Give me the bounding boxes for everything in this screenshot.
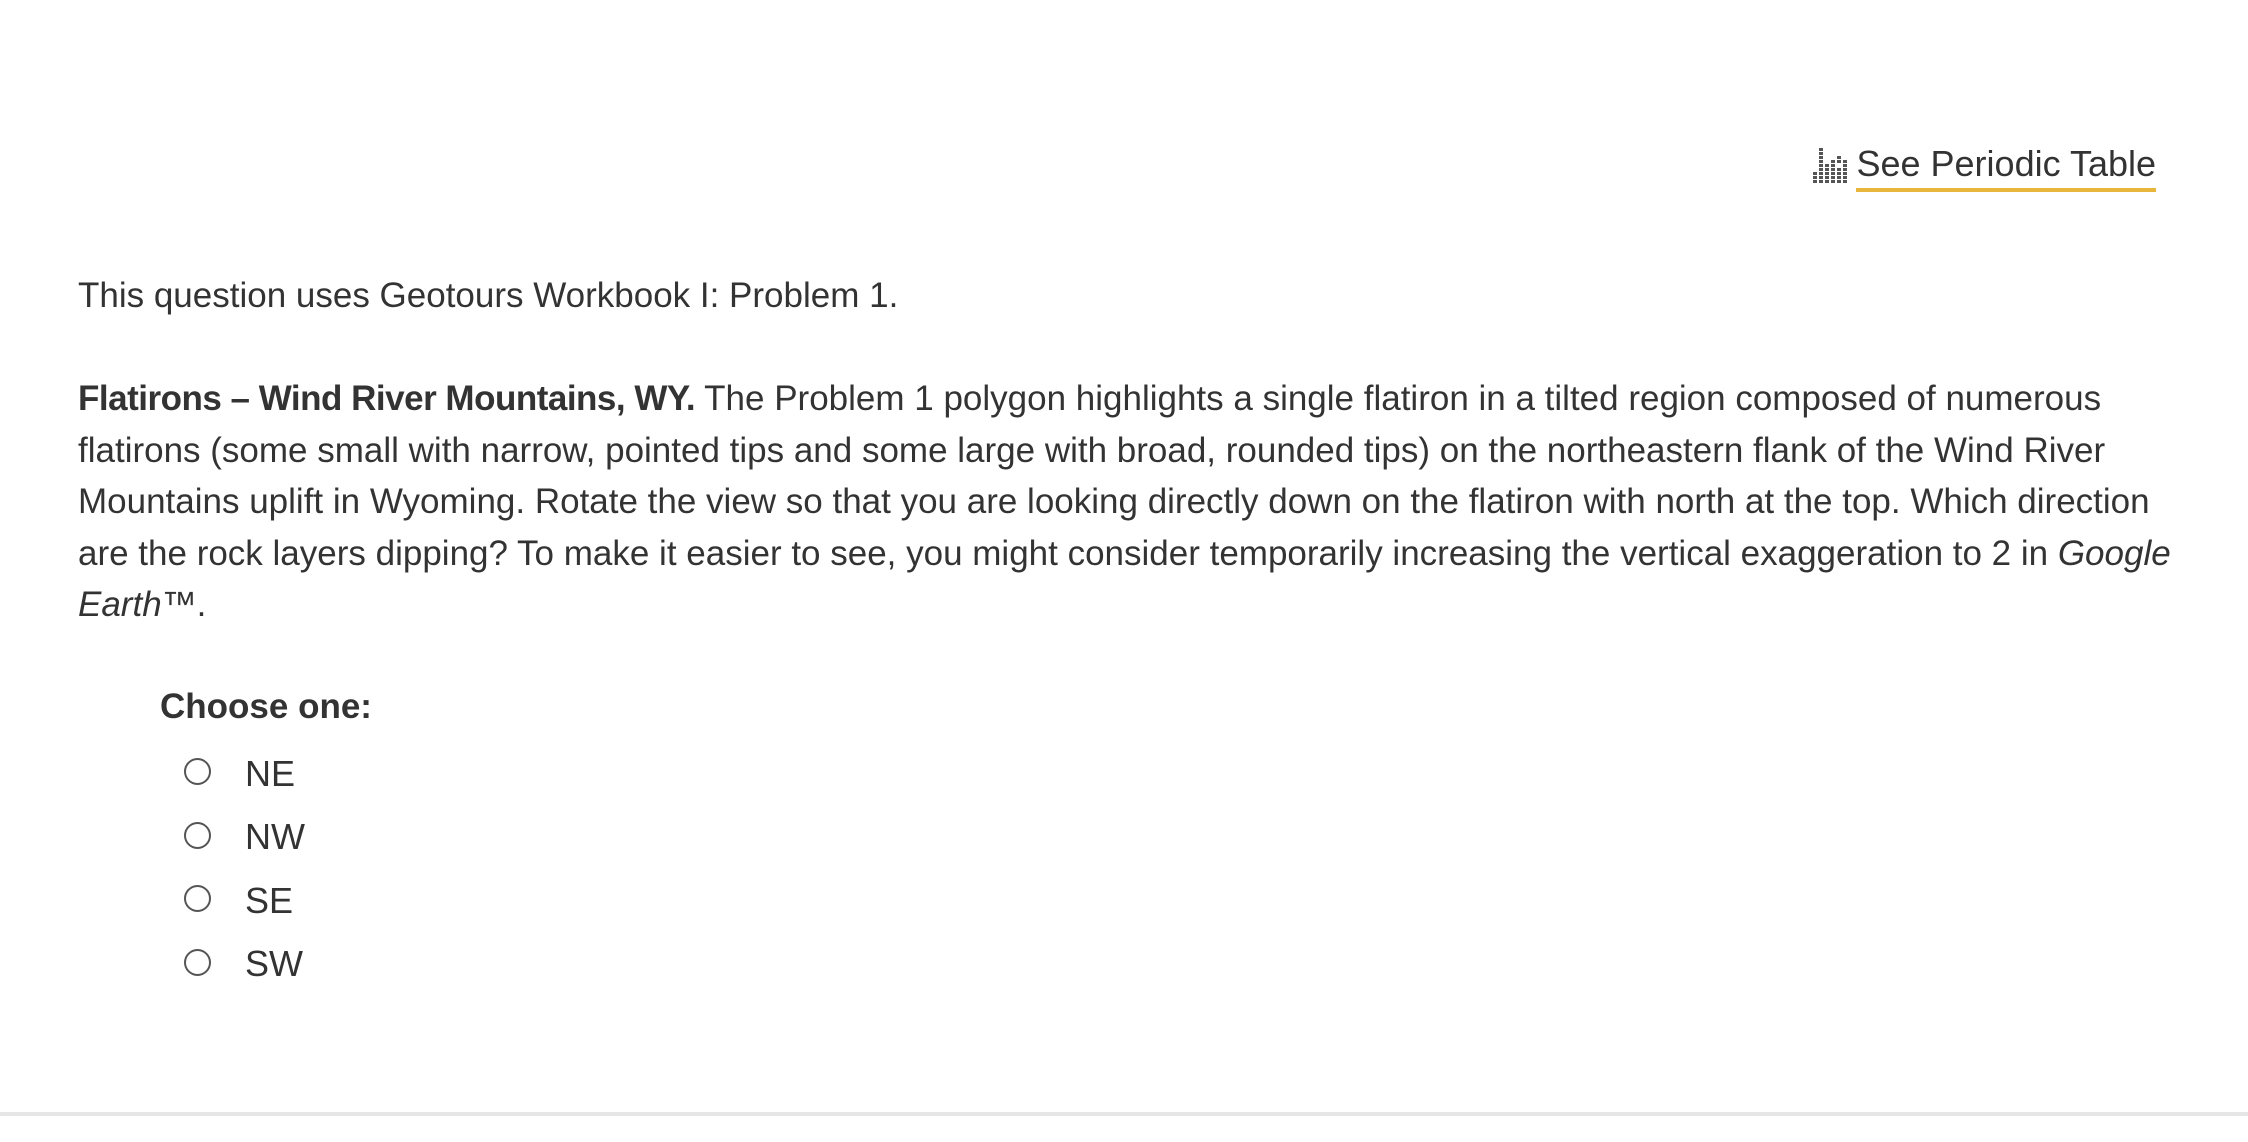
question-page: See Periodic Table This question uses Ge…: [0, 0, 2248, 1142]
question-text: Flatirons – Wind River Mountains, WY. Th…: [78, 373, 2178, 631]
question-intro: This question uses Geotours Workbook I: …: [78, 276, 899, 315]
choice-ne[interactable]: NE: [160, 742, 372, 806]
question-lead: Flatirons – Wind River Mountains, WY.: [78, 379, 696, 418]
choice-label[interactable]: SE: [245, 880, 293, 922]
choice-label[interactable]: SW: [245, 943, 303, 985]
answer-choices: Choose one: NE NW SE SW: [160, 682, 372, 996]
choice-label[interactable]: NE: [245, 753, 295, 795]
periodic-table-icon: [1813, 148, 1848, 183]
see-periodic-table-link[interactable]: See Periodic Table: [1812, 142, 2156, 192]
choices-heading: Choose one:: [160, 687, 372, 726]
radio-button[interactable]: [184, 821, 211, 849]
choice-nw[interactable]: NW: [160, 806, 372, 870]
choice-label[interactable]: NW: [245, 816, 305, 858]
choice-sw[interactable]: SW: [160, 933, 372, 997]
choice-se[interactable]: SE: [160, 869, 372, 933]
radio-button[interactable]: [184, 948, 211, 976]
question-suffix: ™.: [161, 585, 207, 624]
footer-divider: [0, 1112, 2248, 1116]
see-periodic-table-label[interactable]: See Periodic Table: [1856, 142, 2156, 192]
radio-button[interactable]: [184, 758, 211, 786]
radio-button[interactable]: [184, 885, 211, 913]
